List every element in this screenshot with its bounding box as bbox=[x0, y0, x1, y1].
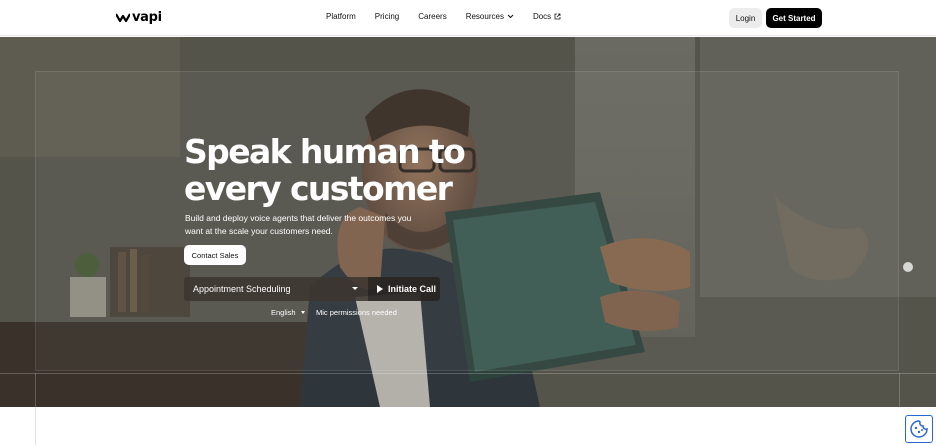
nav-link-label: Careers bbox=[418, 12, 447, 21]
nav-link-pricing[interactable]: Pricing bbox=[375, 12, 399, 21]
nav-link-platform[interactable]: Platform bbox=[326, 12, 356, 21]
nav-link-label: Pricing bbox=[374, 12, 400, 21]
carousel-dot[interactable] bbox=[903, 262, 913, 272]
frame-divider bbox=[35, 373, 36, 407]
nav-link-careers[interactable]: Careers bbox=[418, 12, 446, 21]
frame-divider bbox=[0, 373, 936, 374]
external-link-icon bbox=[554, 13, 561, 20]
logo-text: vapi bbox=[132, 10, 162, 25]
hero-frame bbox=[35, 71, 899, 371]
caret-down-icon bbox=[352, 287, 358, 290]
nav-link-docs[interactable]: Docs bbox=[533, 12, 561, 21]
top-navbar: vapi Platform Pricing Careers Resources … bbox=[0, 0, 936, 36]
caret-down-icon bbox=[300, 311, 305, 314]
language-value: English bbox=[271, 308, 296, 317]
hero-section: Speak human to every customer Build and … bbox=[0, 37, 936, 407]
section-divider bbox=[35, 407, 36, 445]
login-button[interactable]: Login bbox=[729, 8, 762, 28]
initiate-call-button[interactable]: Initiate Call bbox=[368, 277, 440, 301]
cookie-icon bbox=[910, 420, 928, 438]
headline-line: Speak human to bbox=[184, 132, 466, 171]
mic-permission-note: Mic permissions needed bbox=[316, 308, 397, 317]
nav-link-resources[interactable]: Resources bbox=[466, 12, 514, 21]
nav-links: Platform Pricing Careers Resources Docs bbox=[326, 12, 561, 21]
initiate-call-label: Initiate Call bbox=[388, 284, 437, 294]
vapi-logo[interactable]: vapi bbox=[116, 10, 162, 25]
language-select[interactable]: English bbox=[271, 308, 305, 317]
cookie-settings-button[interactable] bbox=[905, 415, 933, 443]
subtext-line: want at the scale your customers need. bbox=[185, 226, 333, 236]
contact-sales-button[interactable]: Contact Sales bbox=[184, 245, 246, 265]
headline-line: every customer bbox=[184, 169, 453, 208]
chevron-down-icon bbox=[507, 14, 514, 19]
nav-link-label: Docs bbox=[532, 12, 552, 21]
vapi-wave-icon bbox=[116, 12, 130, 22]
use-case-select[interactable]: Appointment Scheduling bbox=[184, 277, 368, 301]
use-case-value: Appointment Scheduling bbox=[193, 284, 291, 294]
hero-subtext: Build and deploy voice agents that deliv… bbox=[185, 212, 445, 238]
nav-link-label: Platform bbox=[326, 12, 356, 21]
hero-headline: Speak human to every customer bbox=[184, 133, 484, 207]
play-icon bbox=[377, 285, 383, 293]
frame-divider bbox=[899, 373, 900, 407]
nav-link-label: Resources bbox=[465, 12, 504, 21]
subtext-line: Build and deploy voice agents that deliv… bbox=[185, 213, 412, 223]
get-started-button[interactable]: Get Started bbox=[766, 8, 822, 28]
